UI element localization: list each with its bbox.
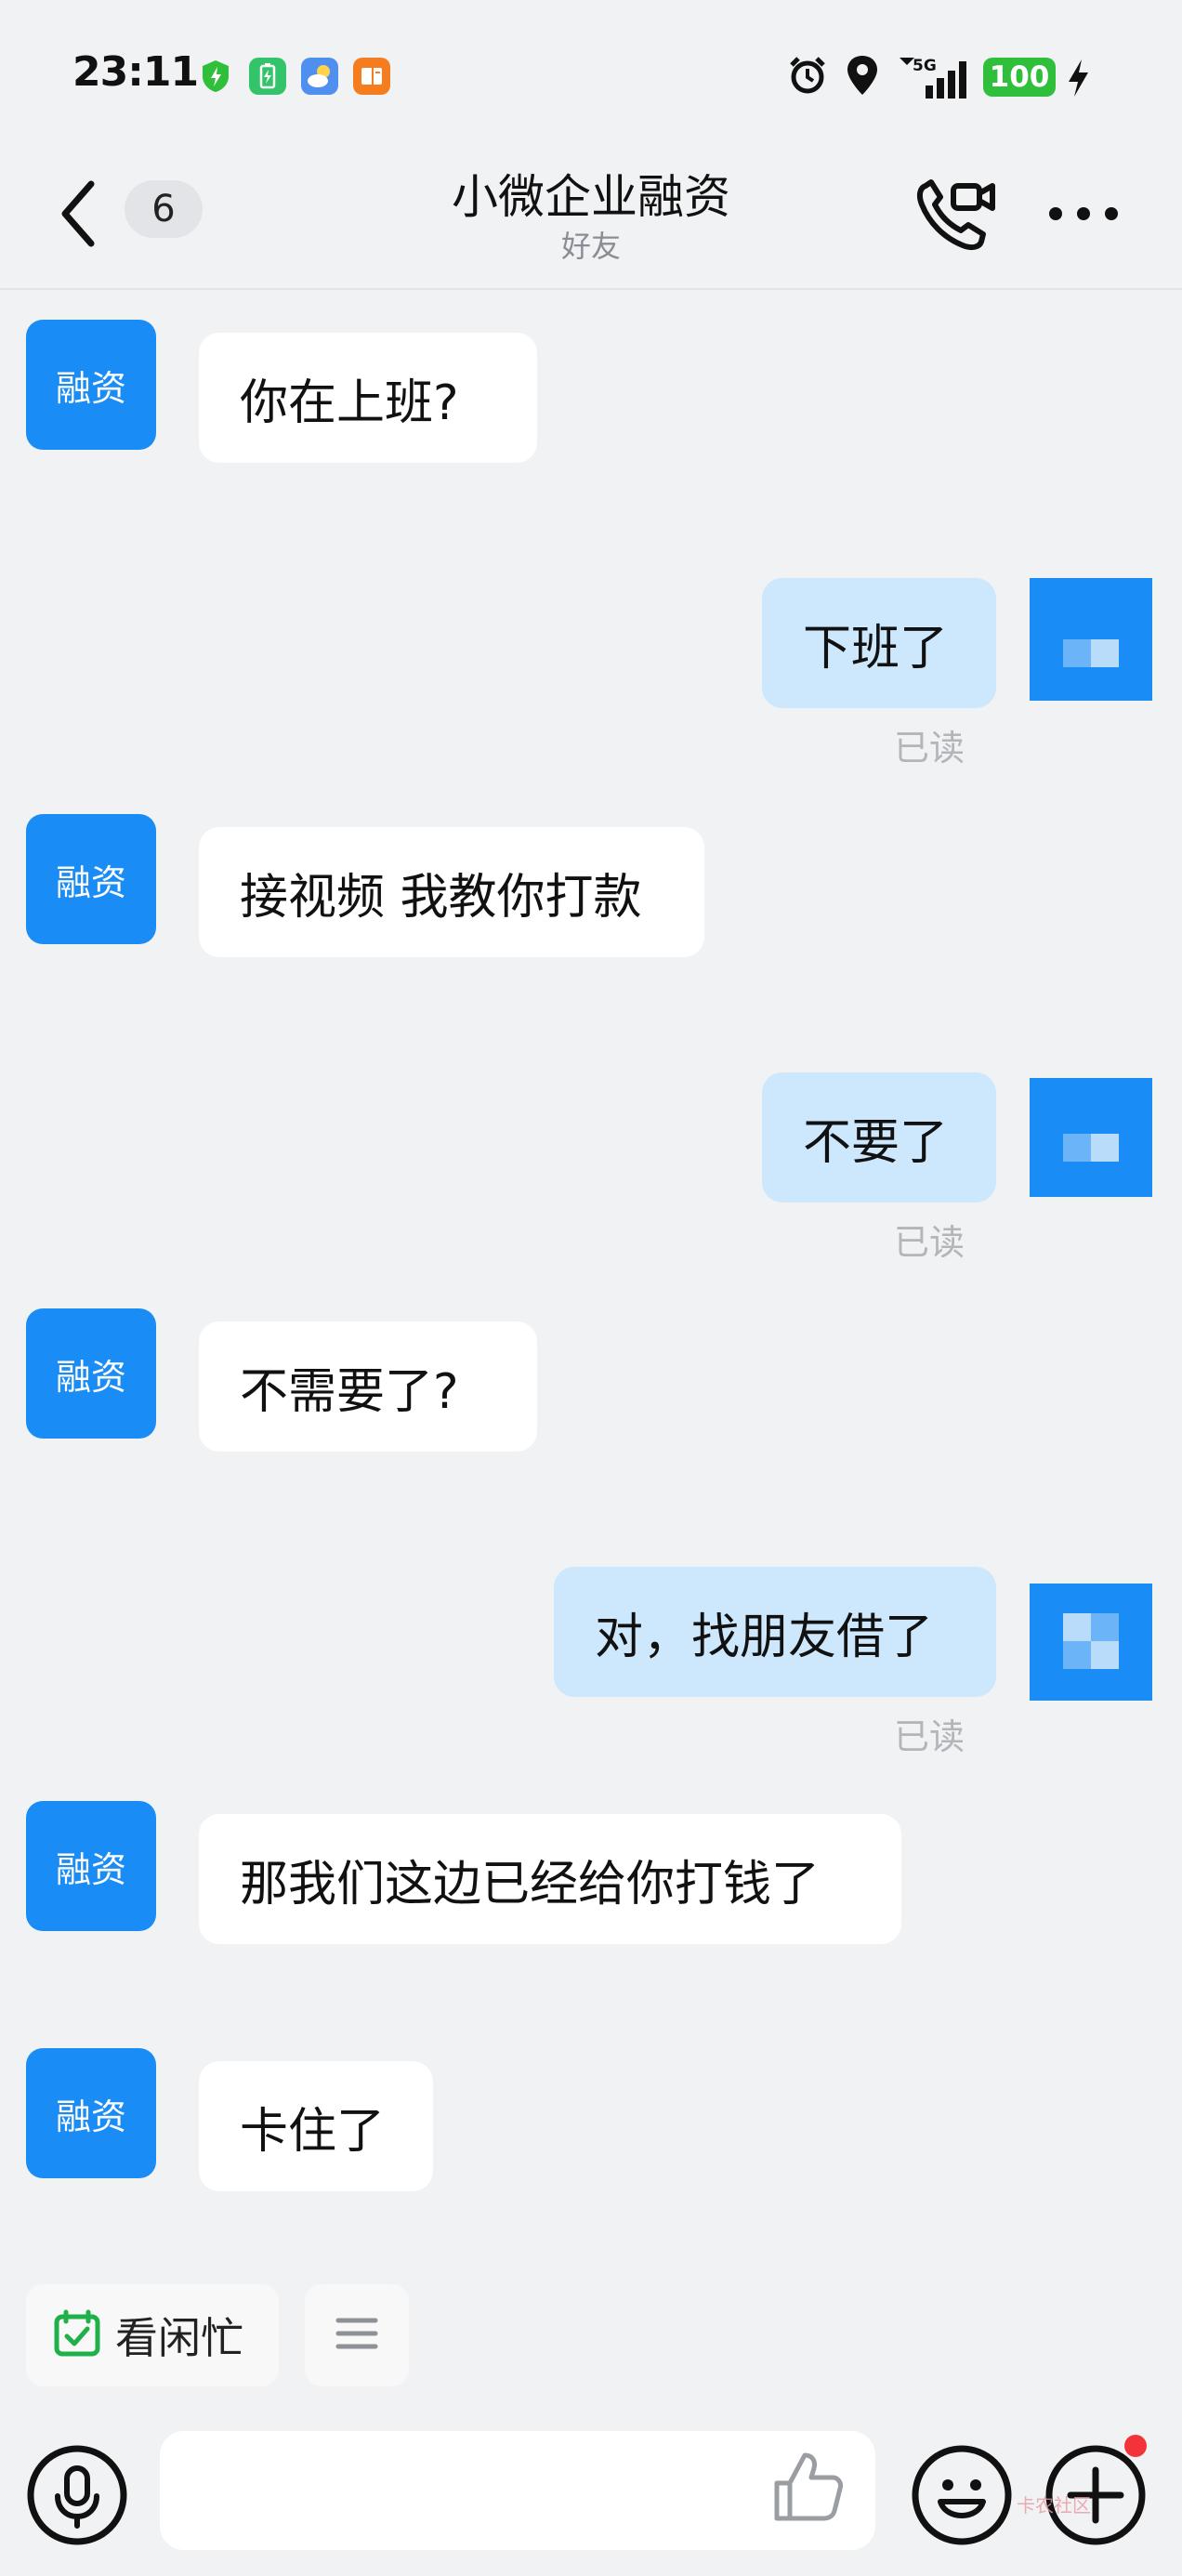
emoji-icon[interactable]	[911, 2444, 1013, 2546]
contact-avatar[interactable]: 融资	[26, 1308, 156, 1439]
contact-avatar[interactable]: 融资	[26, 814, 156, 944]
reader-app-icon	[353, 58, 390, 95]
read-receipt: 已读	[894, 1716, 965, 1757]
status-time: 23:11	[72, 48, 199, 96]
menu-icon	[335, 2315, 378, 2356]
message-bubble[interactable]: 接视频 我教你打款	[199, 827, 704, 957]
read-receipt: 已读	[894, 728, 965, 769]
read-receipt: 已读	[894, 1222, 965, 1263]
message-bubble[interactable]: 对，找朋友借了	[554, 1567, 996, 1697]
battery-indicator: 100	[983, 58, 1056, 97]
calendar-check-icon	[52, 2308, 102, 2362]
microphone-icon[interactable]	[26, 2444, 128, 2546]
contact-avatar[interactable]: 融资	[26, 2048, 156, 2178]
my-avatar[interactable]	[1030, 1584, 1152, 1701]
notification-dot	[1124, 2435, 1147, 2457]
signal-icon: 5G	[898, 54, 966, 104]
contact-avatar[interactable]: 融资	[26, 320, 156, 450]
chat-title: 小微企业融资	[452, 170, 730, 224]
my-avatar[interactable]	[1030, 578, 1152, 701]
contact-avatar[interactable]: 融资	[26, 1801, 156, 1931]
voice-video-call-icon[interactable]	[913, 173, 996, 253]
busy-status-chip[interactable]: 看闲忙	[26, 2284, 279, 2386]
security-shield-icon	[197, 58, 234, 95]
weather-icon	[301, 58, 338, 95]
menu-chip[interactable]	[305, 2284, 409, 2386]
location-icon	[844, 54, 881, 100]
message-bubble[interactable]: 你在上班?	[199, 333, 537, 463]
watermark: 卡农社区	[1017, 2494, 1091, 2517]
battery-app-icon	[249, 58, 286, 95]
status-bar: 23:11 5G 100	[0, 0, 1182, 139]
message-bubble[interactable]: 那我们这边已经给你打钱了	[199, 1814, 901, 1944]
chat-header: 6 小微企业融资 好友	[0, 139, 1182, 290]
message-bubble[interactable]: 不需要了?	[199, 1321, 537, 1452]
busy-status-label: 看闲忙	[115, 2313, 243, 2363]
message-input[interactable]	[160, 2431, 875, 2550]
chat-subtitle: 好友	[560, 229, 621, 264]
svg-text:5G: 5G	[913, 57, 937, 75]
thumbs-up-icon[interactable]	[769, 2448, 847, 2526]
more-icon[interactable]	[1046, 204, 1121, 223]
message-bubble[interactable]: 不要了	[762, 1072, 996, 1203]
charging-icon	[1065, 58, 1091, 102]
message-bubble[interactable]: 卡住了	[199, 2061, 433, 2191]
my-avatar[interactable]	[1030, 1078, 1152, 1197]
alarm-icon	[786, 54, 829, 100]
message-bubble[interactable]: 下班了	[762, 578, 996, 708]
